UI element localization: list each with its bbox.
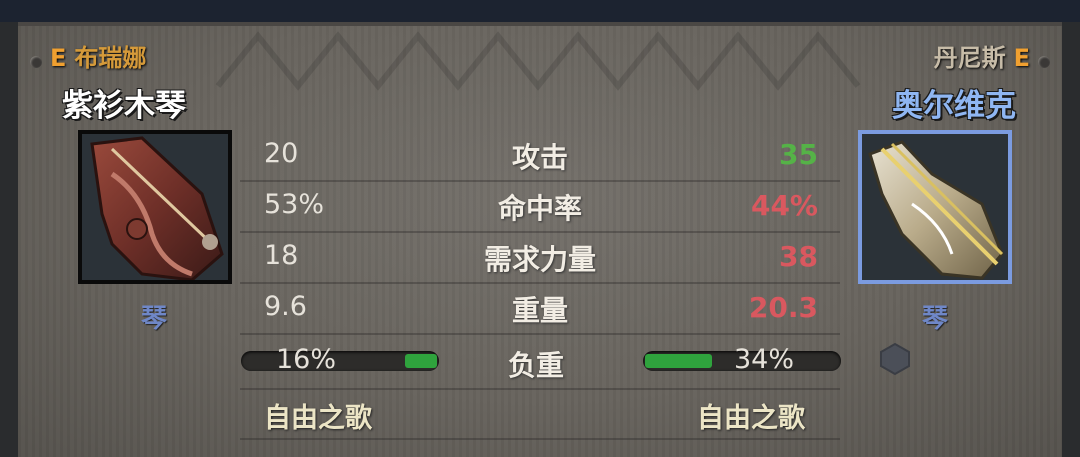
left-load-text: 16% bbox=[276, 344, 337, 375]
lyre-icon bbox=[90, 136, 224, 282]
row-divider bbox=[240, 231, 840, 233]
stat-label-load: 负重 bbox=[508, 349, 565, 382]
right-strength-req: 38 bbox=[779, 240, 818, 273]
left-song: 自由之歌 bbox=[264, 403, 372, 434]
stat-row-weight: 9.6 重量 20.3 bbox=[240, 285, 840, 331]
stat-row-hit-rate: 53% 命中率 44% bbox=[240, 183, 840, 229]
right-song: 自由之歌 bbox=[697, 403, 805, 434]
left-owner-name: 布瑞娜 bbox=[74, 44, 147, 72]
right-owner-name: 丹尼斯 bbox=[933, 44, 1006, 72]
row-divider bbox=[240, 180, 840, 182]
right-attack: 35 bbox=[779, 138, 818, 171]
row-divider bbox=[240, 282, 840, 284]
right-owner: 丹尼斯 E bbox=[934, 38, 1030, 73]
right-item-type: 琴 bbox=[922, 304, 949, 334]
row-divider bbox=[240, 438, 840, 440]
right-item-name: 奥尔维克 bbox=[892, 88, 1016, 124]
stat-label-strength: 需求力量 bbox=[483, 243, 596, 276]
lyre-icon bbox=[868, 140, 1004, 280]
right-load-fill bbox=[645, 354, 712, 368]
right-weight: 20.3 bbox=[748, 291, 818, 324]
left-load-fill bbox=[405, 354, 437, 368]
stat-label-attack: 攻击 bbox=[511, 141, 568, 174]
hexagon-icon[interactable] bbox=[878, 342, 912, 376]
left-load-bar bbox=[241, 351, 439, 371]
left-item-slot[interactable] bbox=[78, 130, 232, 284]
right-item-slot[interactable] bbox=[858, 130, 1012, 284]
stat-row-strength: 18 需求力量 38 bbox=[240, 234, 840, 280]
row-divider bbox=[240, 333, 840, 335]
right-rank: E bbox=[1013, 44, 1030, 72]
rivet-icon bbox=[1038, 56, 1050, 68]
top-bar bbox=[0, 0, 1080, 22]
right-hit-rate: 44% bbox=[750, 189, 818, 222]
left-item-name: 紫衫木琴 bbox=[62, 88, 186, 124]
right-load-text: 34% bbox=[734, 344, 795, 375]
rivet-icon bbox=[30, 56, 42, 68]
left-rank: E bbox=[50, 44, 67, 72]
row-divider bbox=[240, 388, 840, 390]
stat-row-attack: 20 攻击 35 bbox=[240, 132, 840, 178]
left-item-type: 琴 bbox=[141, 304, 168, 334]
left-owner: E 布瑞娜 bbox=[50, 38, 146, 73]
